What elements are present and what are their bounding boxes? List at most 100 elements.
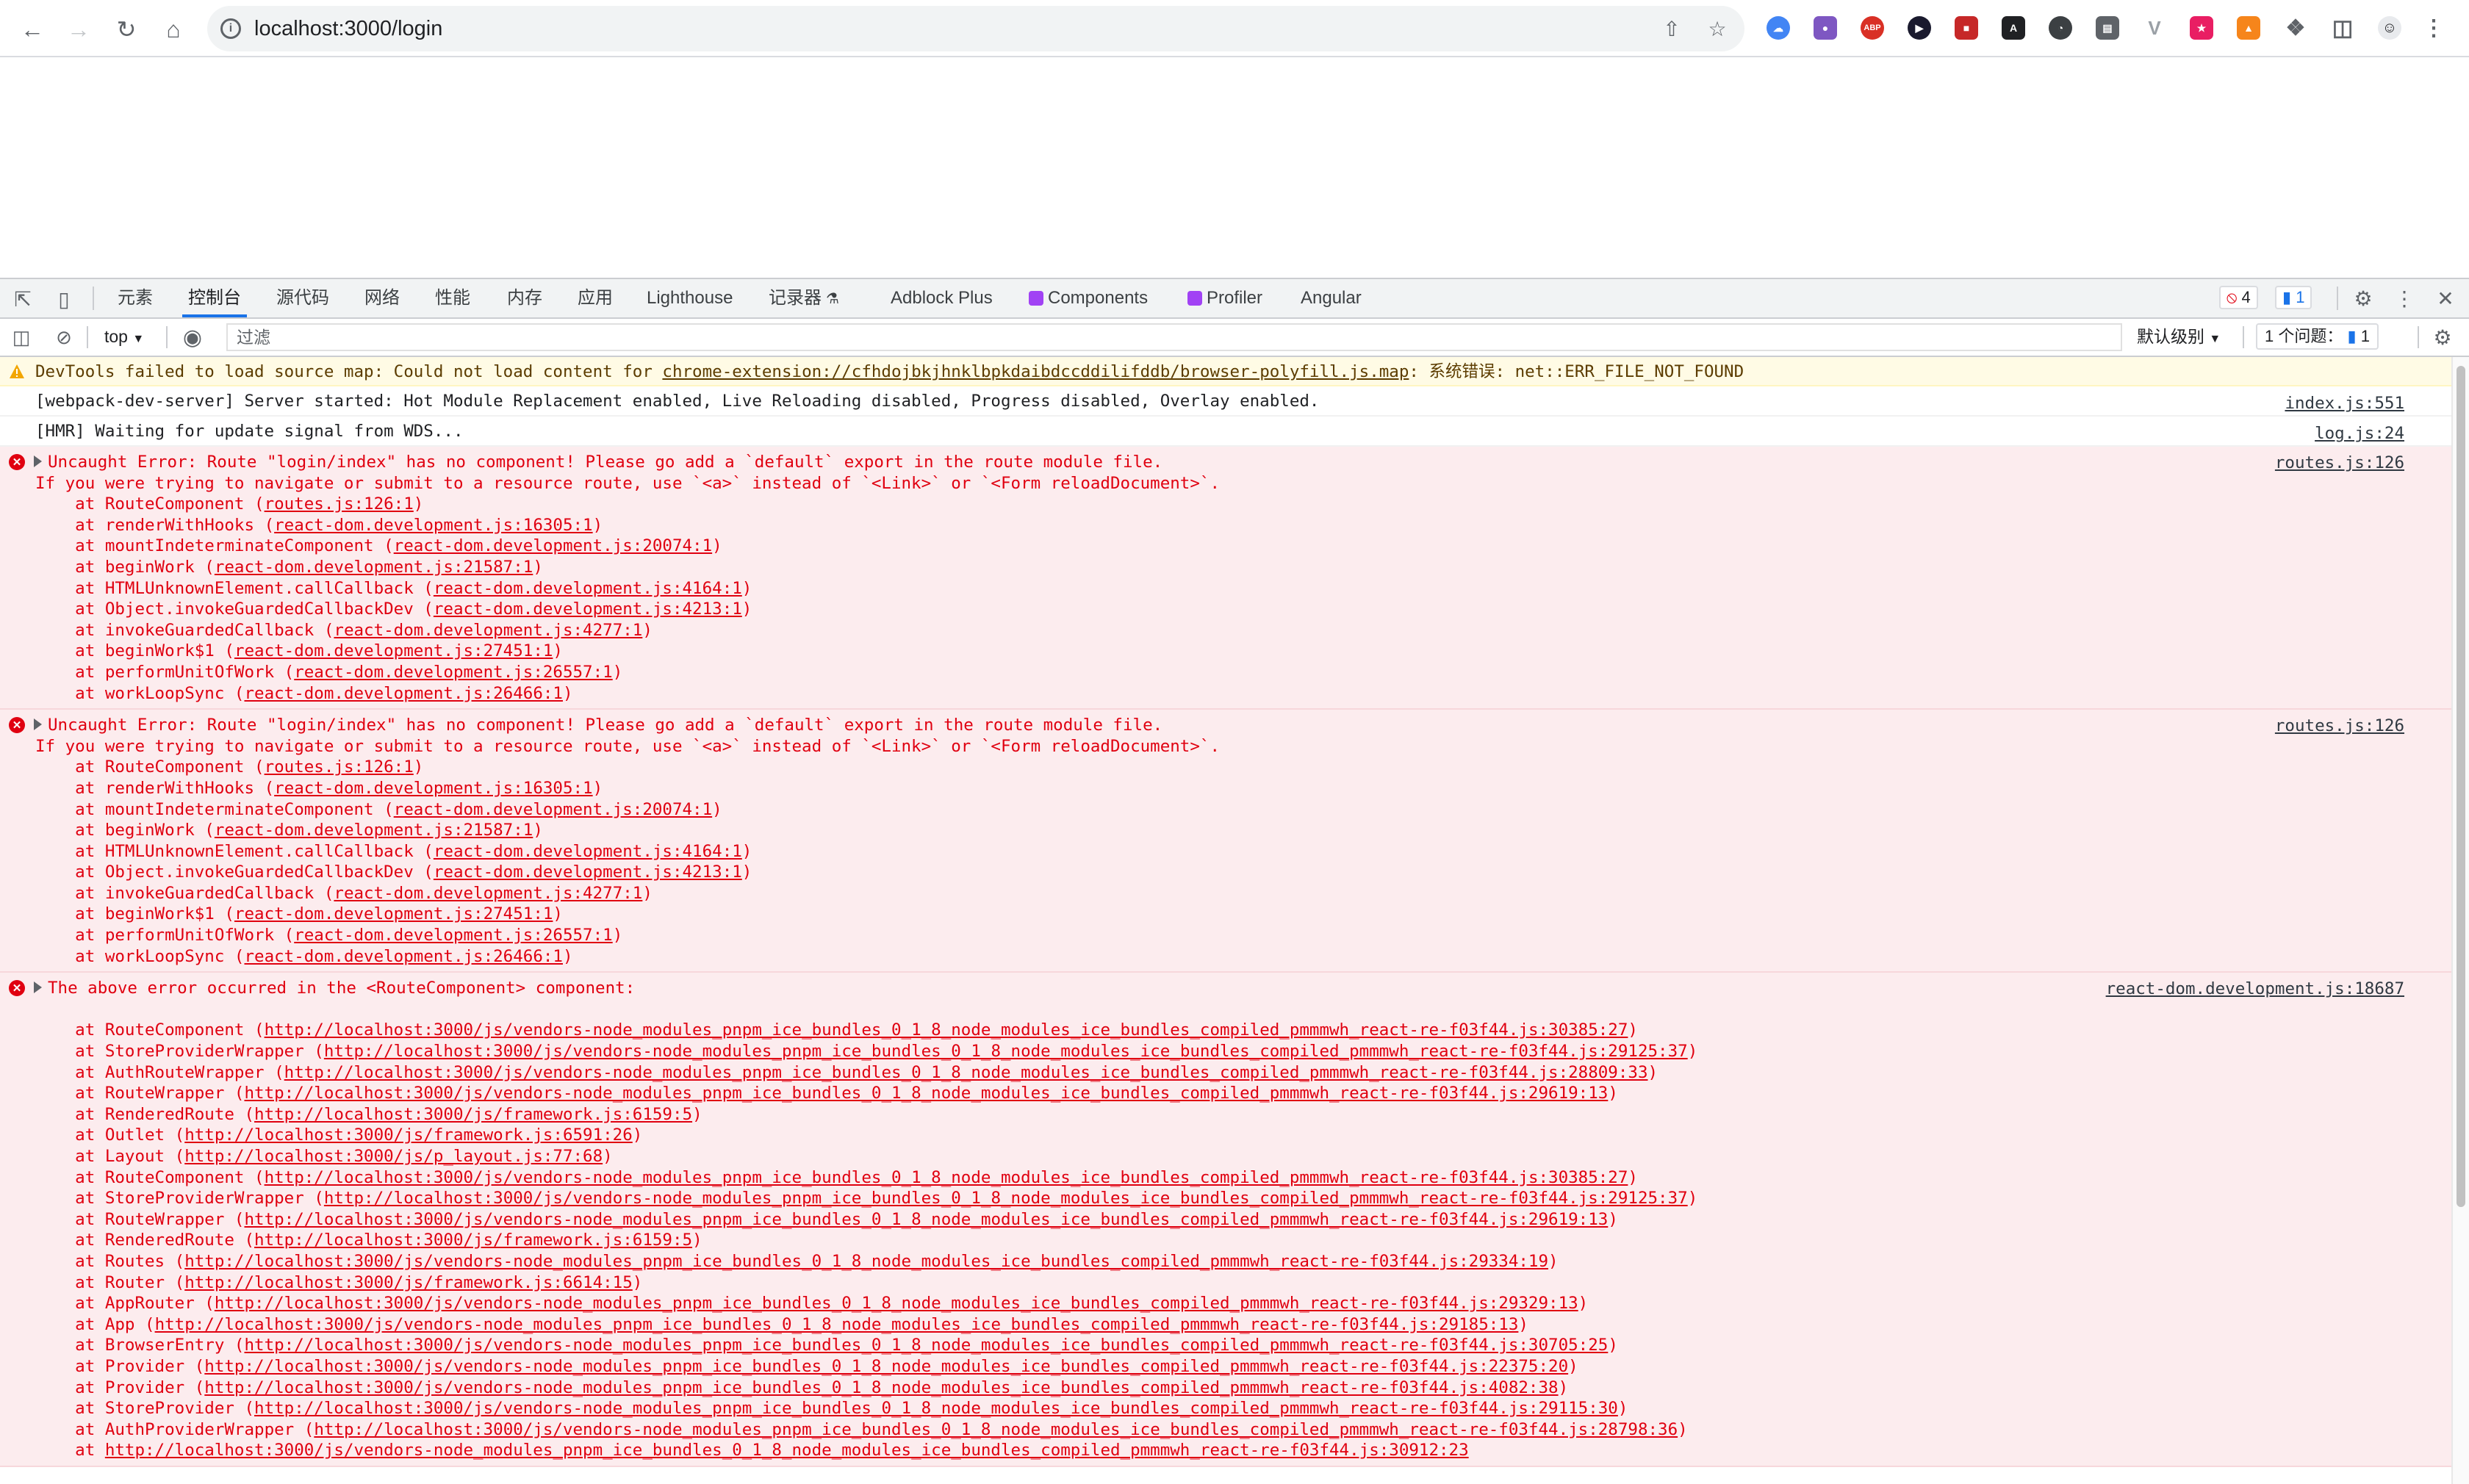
stack-frame-link[interactable]: http://localhost:3000/js/vendors-node_mo…	[314, 1420, 1678, 1439]
stack-frame-link[interactable]: react-dom.development.js:26557:1	[294, 926, 612, 945]
stack-frame-link[interactable]: react-dom.development.js:4277:1	[334, 884, 642, 903]
adblock-plus-icon[interactable]: ABP	[1861, 16, 1884, 40]
error-title[interactable]: Uncaught Error: Route "login/index" has …	[0, 452, 2451, 473]
stack-frame-link[interactable]: http://localhost:3000/js/vendors-node_mo…	[204, 1357, 1568, 1376]
stack-frame-link[interactable]: http://localhost:3000/js/vendors-node_mo…	[155, 1315, 1519, 1334]
live-expression-eye-icon[interactable]: ◉	[178, 325, 207, 350]
reload-icon[interactable]: ↻	[110, 13, 143, 46]
log-text[interactable]: [HMR] Waiting for update signal from WDS…	[0, 417, 2451, 446]
device-toggle-icon[interactable]: ▯	[51, 287, 76, 311]
inspect-element-icon[interactable]: ⇱	[10, 287, 35, 311]
expand-triangle-icon[interactable]	[34, 718, 42, 731]
stack-frame-link[interactable]: react-dom.development.js:27451:1	[234, 904, 553, 923]
tab-performance[interactable]: 性能	[435, 279, 470, 317]
stack-frame-link[interactable]: react-dom.development.js:16305:1	[274, 779, 592, 798]
error-source-link[interactable]: routes.js:126	[2275, 711, 2404, 741]
error-count-badge[interactable]: ⦸ 4	[2219, 286, 2258, 309]
devtools-menu-icon[interactable]: ⋮	[2391, 285, 2418, 311]
metamask-fox-icon[interactable]: ▲	[2237, 16, 2260, 40]
settings-gear-icon[interactable]: ⚙	[2350, 285, 2376, 311]
tab-angular[interactable]: Angular	[1301, 279, 1362, 317]
stack-frame-link[interactable]: routes.js:126:1	[265, 494, 414, 514]
angular-devtools-icon[interactable]: A	[2002, 16, 2025, 40]
extension-pink-icon[interactable]: ★	[2190, 16, 2213, 40]
stack-frame-link[interactable]: http://localhost:3000/js/vendors-node_mo…	[265, 1168, 1628, 1187]
tab-profiler[interactable]: Profiler	[1187, 279, 1262, 317]
stack-frame-link[interactable]: react-dom.development.js:16305:1	[274, 516, 592, 535]
stack-frame-link[interactable]: react-dom.development.js:26466:1	[244, 947, 562, 966]
stack-frame-link[interactable]: http://localhost:3000/js/vendors-node_mo…	[105, 1441, 1469, 1460]
stack-frame-link[interactable]: http://localhost:3000/js/framework.js:61…	[254, 1105, 692, 1124]
log-text[interactable]: [webpack-dev-server] Server started: Hot…	[0, 386, 2451, 416]
extension-dark-icon[interactable]: ◔	[2049, 16, 2072, 40]
stack-frame-link[interactable]: react-dom.development.js:4213:1	[434, 599, 742, 619]
stack-frame-link[interactable]: react-dom.development.js:26466:1	[244, 684, 562, 703]
extension-purple-icon[interactable]: ●	[1814, 16, 1837, 40]
address-bar[interactable]: i localhost:3000/login ⇧ ☆	[207, 6, 1744, 51]
stack-frame-link[interactable]: http://localhost:3000/js/framework.js:66…	[184, 1273, 633, 1292]
stack-frame-link[interactable]: http://localhost:3000/js/vendors-node_mo…	[324, 1042, 1688, 1061]
stack-frame-link[interactable]: react-dom.development.js:4213:1	[434, 862, 742, 882]
stack-frame-link[interactable]: routes.js:126:1	[265, 757, 414, 777]
stack-frame-link[interactable]: http://localhost:3000/js/vendors-node_mo…	[244, 1210, 1608, 1229]
clear-console-icon[interactable]: ⊘	[51, 325, 76, 350]
tab-adblock-plus[interactable]: Adblock Plus	[891, 279, 993, 317]
extension-play-icon[interactable]: ▶	[1908, 16, 1931, 40]
stack-frame-link[interactable]: react-dom.development.js:27451:1	[234, 641, 553, 660]
error-title[interactable]: The above error occurred in the <RouteCo…	[0, 978, 2451, 999]
warning-link[interactable]: chrome-extension://cfhdojbkjhnklbpkdaibd…	[662, 362, 1409, 381]
forward-icon[interactable]: →	[62, 13, 95, 46]
home-icon[interactable]: ⌂	[157, 13, 190, 46]
context-selector[interactable]: top ▼	[104, 319, 144, 354]
sidebar-toggle-icon[interactable]: ◫	[9, 325, 34, 350]
issues-button[interactable]: 1 个问题： ▮ 1	[2256, 323, 2379, 350]
message-count-badge[interactable]: ▮ 1	[2275, 286, 2312, 309]
bookmark-star-icon[interactable]: ☆	[1705, 16, 1730, 41]
address-url[interactable]: localhost:3000/login	[254, 17, 442, 41]
tab-application[interactable]: 应用	[578, 279, 613, 317]
expand-triangle-icon[interactable]	[34, 455, 42, 467]
log-level-selector[interactable]: 默认级别 ▼	[2137, 319, 2221, 354]
stack-frame-link[interactable]: react-dom.development.js:21587:1	[215, 821, 533, 840]
share-icon[interactable]: ⇧	[1659, 16, 1684, 41]
tab-components[interactable]: Components	[1029, 279, 1148, 317]
stack-frame-link[interactable]: http://localhost:3000/js/vendors-node_mo…	[324, 1189, 1688, 1208]
tab-sources[interactable]: 源代码	[276, 279, 329, 317]
expand-triangle-icon[interactable]	[34, 981, 42, 994]
tab-elements[interactable]: 元素	[118, 279, 153, 317]
stack-frame-link[interactable]: http://localhost:3000/js/vendors-node_mo…	[215, 1294, 1578, 1313]
extension-cloud-icon[interactable]: ☁	[1767, 16, 1790, 40]
stack-frame-link[interactable]: http://localhost:3000/js/vendors-node_mo…	[265, 1020, 1628, 1040]
stack-frame-link[interactable]: http://localhost:3000/js/vendors-node_mo…	[184, 1252, 1548, 1271]
profile-avatar[interactable]: ☺	[2378, 16, 2401, 40]
console-filter-input[interactable]: 过滤	[226, 323, 2122, 351]
tab-console[interactable]: 控制台	[182, 279, 247, 317]
tab-memory[interactable]: 内存	[507, 279, 542, 317]
stack-frame-link[interactable]: http://localhost:3000/js/vendors-node_mo…	[204, 1378, 1558, 1397]
stack-frame-link[interactable]: react-dom.development.js:26557:1	[294, 663, 612, 682]
site-info-icon[interactable]: i	[220, 18, 241, 39]
stack-frame-link[interactable]: http://localhost:3000/js/vendors-node_mo…	[244, 1336, 1608, 1355]
stack-frame-link[interactable]: react-dom.development.js:20074:1	[394, 536, 712, 555]
stack-frame-link[interactable]: react-dom.development.js:4164:1	[434, 842, 742, 861]
stack-frame-link[interactable]: http://localhost:3000/js/vendors-node_mo…	[244, 1084, 1608, 1103]
back-icon[interactable]: ←	[16, 13, 48, 46]
stack-frame-link[interactable]: http://localhost:3000/js/p_layout.js:77:…	[184, 1147, 603, 1166]
error-source-link[interactable]: react-dom.development.js:18687	[2106, 974, 2404, 1004]
close-devtools-icon[interactable]: ✕	[2432, 285, 2459, 311]
stack-frame-link[interactable]: react-dom.development.js:21587:1	[215, 558, 533, 577]
extensions-puzzle-icon[interactable]: ❖	[2284, 16, 2307, 40]
log-source-link[interactable]: log.js:24	[2315, 419, 2404, 448]
side-panel-icon[interactable]: ◫	[2331, 16, 2354, 40]
console-settings-gear-icon[interactable]: ⚙	[2429, 323, 2456, 351]
stack-frame-link[interactable]: http://localhost:3000/js/vendors-node_mo…	[254, 1399, 1618, 1418]
stack-frame-link[interactable]: react-dom.development.js:4164:1	[434, 579, 742, 598]
tab-lighthouse[interactable]: Lighthouse	[647, 279, 733, 317]
stack-frame-link[interactable]: http://localhost:3000/js/framework.js:61…	[254, 1231, 692, 1250]
vue-devtools-icon[interactable]: V	[2143, 16, 2166, 40]
scrollbar-thumb[interactable]	[2457, 366, 2465, 1207]
console-scrollbar[interactable]	[2451, 357, 2469, 1484]
log-source-link[interactable]: index.js:551	[2285, 389, 2404, 418]
stack-frame-link[interactable]: http://localhost:3000/js/vendors-node_mo…	[284, 1063, 1648, 1082]
error-title[interactable]: Uncaught Error: Route "login/index" has …	[0, 715, 2451, 736]
